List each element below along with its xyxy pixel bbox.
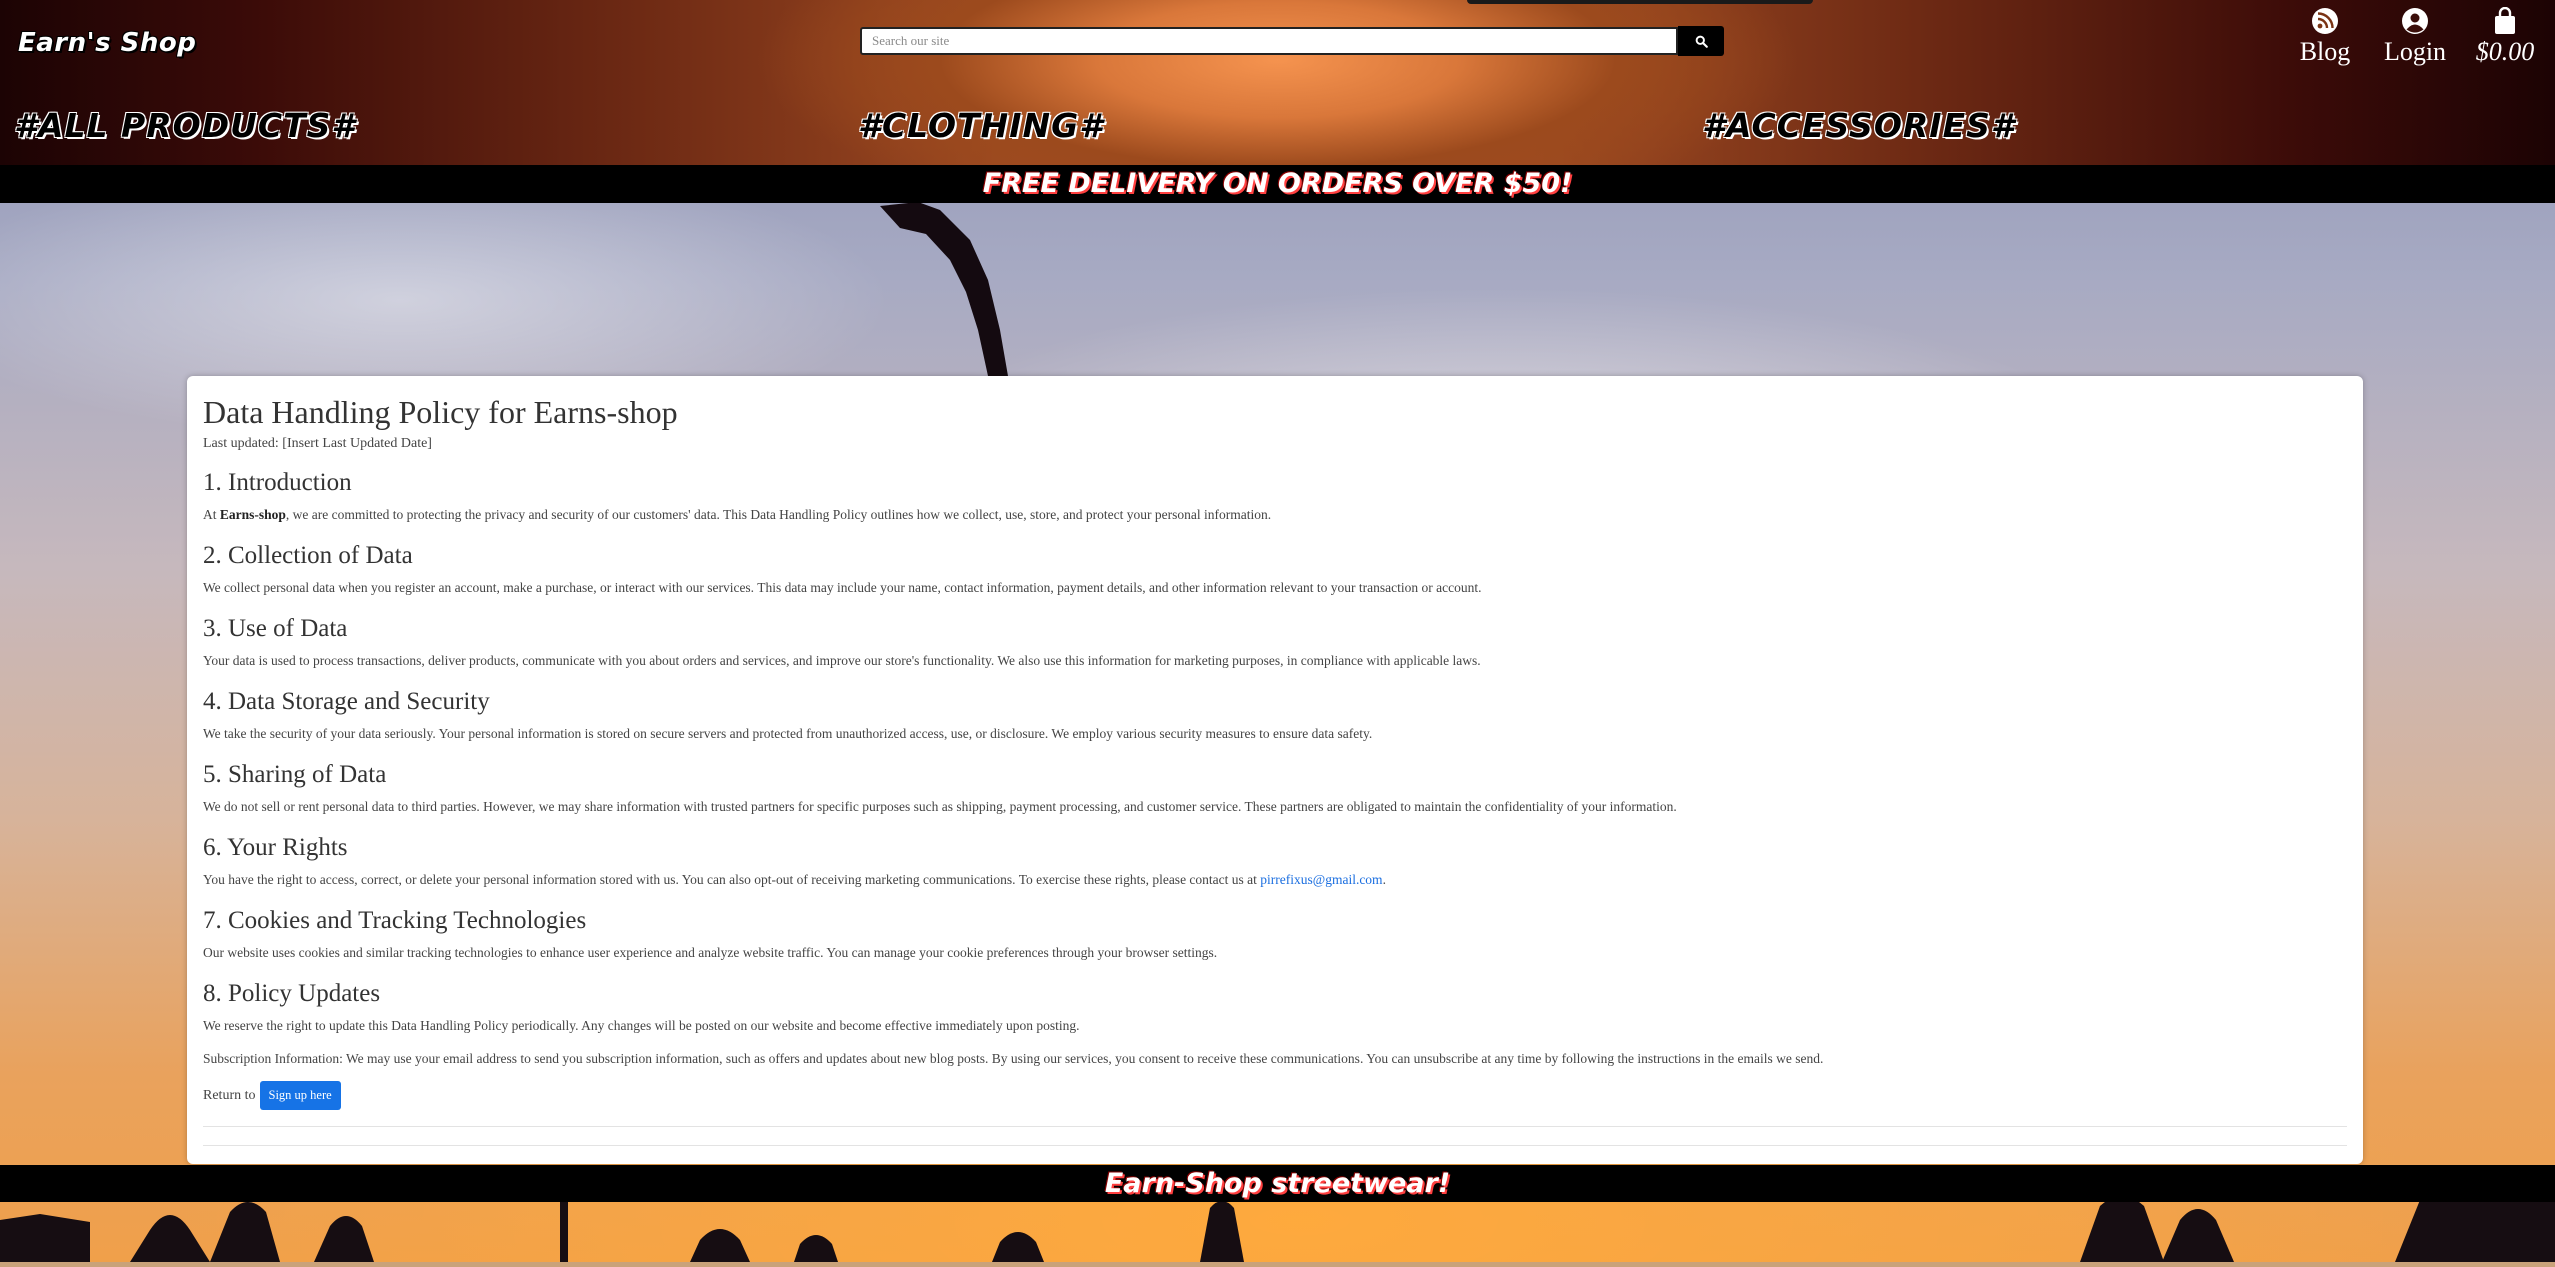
crowd-silhouette [0,1196,2555,1262]
company-name: Earns-shop [219,507,286,522]
section-heading: 7. Cookies and Tracking Technologies [203,907,587,934]
policy-card: Data Handling Policy for Earns-shop Last… [187,376,2363,1164]
section-heading: 2. Collection of Data [203,542,413,569]
divider [203,1126,2347,1127]
nav-login[interactable]: Login [2375,5,2455,67]
promo-text: FREE DELIVERY ON ORDERS OVER $50! [982,168,1573,199]
search-button[interactable] [1678,26,1724,56]
blog-label: Blog [2299,37,2351,66]
site-header: Earn's Shop Blog [0,0,2555,165]
divider [203,1145,2347,1146]
section-heading: 1. Introduction [203,469,352,496]
blog-icon [2312,8,2338,34]
section-text: At Earns-shop, we are committed to prote… [203,507,1272,522]
section-text: Our website uses cookies and similar tra… [203,945,1218,960]
contact-email-link[interactable]: pirrefixus@gmail.com [1260,872,1382,887]
user-icon [2402,8,2428,34]
category-all-products[interactable]: #ALL PRODUCTS# [14,106,355,145]
promo-banner: FREE DELIVERY ON ORDERS OVER $50! [0,165,2555,203]
cart-total: $0.00 [2475,37,2535,66]
category-accessories[interactable]: #ACCESSORIES# [1702,106,2015,145]
last-updated: Last updated: [Insert Last Updated Date] [203,436,432,451]
section-text: You have the right to access, correct, o… [203,872,1386,887]
section-text: We do not sell or rent personal data to … [203,799,1677,814]
signup-button[interactable]: Sign up here [259,1081,341,1110]
return-row: Return to Sign up here [203,1081,2347,1110]
section-heading: 3. Use of Data [203,615,348,642]
site-logo[interactable]: Earn's Shop [18,28,196,58]
section-text: We reserve the right to update this Data… [203,1018,1080,1033]
nav-cart[interactable]: $0.00 [2465,5,2545,67]
category-clothing[interactable]: #CLOTHING# [858,106,1103,145]
shopping-bag-icon [2495,7,2515,34]
login-label: Login [2383,37,2447,66]
section-heading: 6. Your Rights [203,834,348,861]
section-text: We collect personal data when you regist… [203,580,1482,595]
section-text: Your data is used to process transaction… [203,653,1481,668]
search-icon [1695,35,1708,48]
section-text: We take the security of your data seriou… [203,726,1373,741]
return-label: Return to [203,1087,256,1103]
page-title: Data Handling Policy for Earns-shop [203,394,678,430]
section-heading: 5. Sharing of Data [203,761,387,788]
subscription-info: Subscription Information: We may use you… [203,1051,1824,1066]
footer-text: Earn-Shop streetwear! [1104,1168,1451,1199]
category-nav: #ALL PRODUCTS# #CLOTHING# #ACCESSORIES# [0,106,2555,156]
dropdown-tab [1467,0,1813,4]
section-heading: 4. Data Storage and Security [203,688,490,715]
search-bar [860,26,1724,56]
footer-banner: Earn-Shop streetwear! [0,1165,2555,1202]
arm-silhouette [880,202,1008,376]
section-heading: 8. Policy Updates [203,980,381,1007]
search-input[interactable] [860,27,1678,55]
nav-blog[interactable]: Blog [2285,5,2365,67]
